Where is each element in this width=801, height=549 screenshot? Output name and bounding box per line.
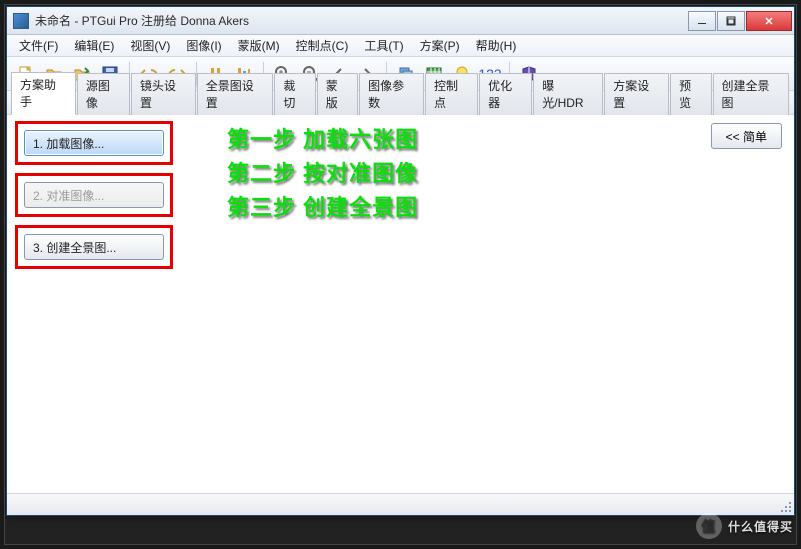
tab-8[interactable]: 优化器 [479,73,532,115]
tab-12[interactable]: 创建全景图 [713,73,790,115]
window-controls [687,11,792,31]
step-highlight-3: 3. 创建全景图... [15,225,173,269]
watermark-text: 什么值得买 [728,518,793,535]
maximize-button[interactable] [717,11,745,31]
menubar: 文件(F)编辑(E)视图(V)图像(I)蒙版(M)控制点(C)工具(T)方案(P… [7,35,794,57]
project-assistant-steps: 1. 加载图像... 2. 对准图像... 3. 创建全景图... [15,121,173,277]
tab-5[interactable]: 蒙版 [317,73,358,115]
menu-4[interactable]: 蒙版(M) [230,35,288,56]
menu-0[interactable]: 文件(F) [11,35,66,56]
step-highlight-1: 1. 加载图像... [15,121,173,165]
window-title: 未命名 - PTGui Pro 注册给 Donna Akers [35,12,687,29]
statusbar [7,493,794,515]
app-icon [13,13,29,29]
step-button-1[interactable]: 1. 加载图像... [24,130,164,156]
menu-1[interactable]: 编辑(E) [66,35,122,56]
watermark: 值 什么值得买 [696,513,793,539]
tab-10[interactable]: 方案设置 [604,73,669,115]
tab-1[interactable]: 源图像 [77,73,130,115]
close-button[interactable] [746,11,792,31]
tab-3[interactable]: 全景图设置 [197,73,274,115]
step-button-3[interactable]: 3. 创建全景图... [24,234,164,260]
titlebar: 未命名 - PTGui Pro 注册给 Donna Akers [7,7,794,35]
tabbar: 方案助手源图像镜头设置全景图设置裁切蒙版图像参数控制点优化器曝光/HDR方案设置… [7,91,794,115]
tab-6[interactable]: 图像参数 [359,73,424,115]
minimize-button[interactable] [688,11,716,31]
menu-2[interactable]: 视图(V) [122,35,178,56]
step-highlight-2: 2. 对准图像... [15,173,173,217]
tab-7[interactable]: 控制点 [425,73,478,115]
menu-6[interactable]: 工具(T) [356,35,411,56]
tab-2[interactable]: 镜头设置 [131,73,196,115]
menu-8[interactable]: 帮助(H) [468,35,525,56]
watermark-thumb-icon: 值 [696,513,722,539]
simple-mode-button[interactable]: << 简单 [711,123,782,149]
menu-7[interactable]: 方案(P) [412,35,468,56]
menu-5[interactable]: 控制点(C) [288,35,357,56]
step-button-2: 2. 对准图像... [24,182,164,208]
tab-0[interactable]: 方案助手 [11,72,76,115]
tab-11[interactable]: 预览 [670,73,711,115]
tab-9[interactable]: 曝光/HDR [533,73,603,115]
menu-3[interactable]: 图像(I) [178,35,229,56]
annotation-overlay: 第一步 加载六张图 第二步 按对准图像 第三步 创建全景图 [227,123,418,225]
tab-4[interactable]: 裁切 [274,73,315,115]
content-area: 1. 加载图像... 2. 对准图像... 3. 创建全景图... 第一步 加载六张… [7,115,794,493]
app-window: 未命名 - PTGui Pro 注册给 Donna Akers 文件(F)编辑(… [6,6,795,516]
resize-grip-icon[interactable] [778,499,792,513]
